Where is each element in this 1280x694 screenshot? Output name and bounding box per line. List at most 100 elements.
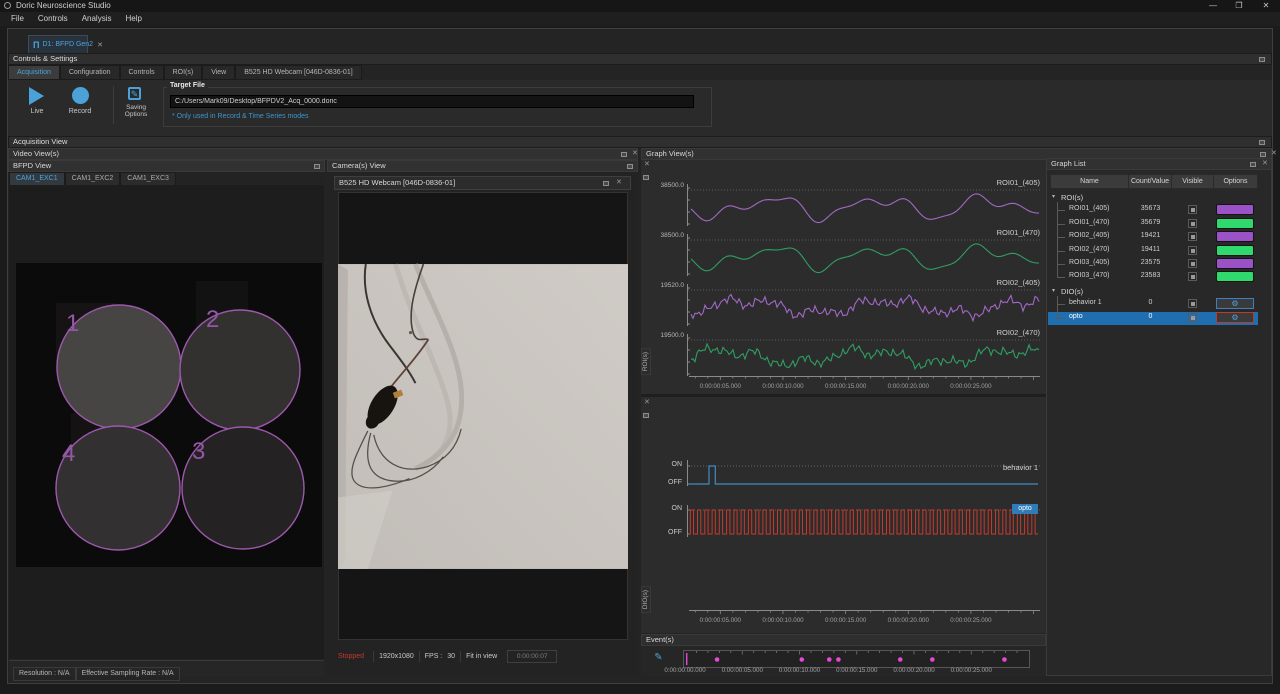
row-roi02-470-[interactable]: ROI02_(470) — [1069, 246, 1109, 253]
tab-controls[interactable]: Controls — [120, 65, 164, 80]
close-icon[interactable]: ✕ — [632, 151, 638, 157]
graph-list-body: NameCount/ValueVisibleOptions ▾ ROI(s) ROI0… — [1046, 170, 1272, 676]
pin-icon[interactable] — [643, 175, 649, 180]
target-file-input[interactable] — [170, 95, 694, 108]
live-button[interactable]: Live — [17, 108, 57, 115]
visible-checkbox[interactable] — [1188, 232, 1197, 241]
event-marker[interactable] — [836, 657, 841, 662]
fit-in-view-button[interactable]: Fit in view — [466, 653, 497, 660]
event-marker[interactable] — [898, 657, 903, 662]
svg-text:0:00:00:05.000: 0:00:00:05.000 — [700, 617, 742, 624]
document-tab[interactable]: Π D1: BFPD Gen2 ✕ — [28, 35, 88, 53]
row-roi03-405-[interactable]: ROI03_(405) — [1069, 259, 1109, 266]
close-button[interactable]: ✕ — [1252, 0, 1280, 12]
row-value: 35679 — [1129, 219, 1172, 226]
visible-checkbox[interactable] — [1188, 205, 1197, 214]
options-gear-button[interactable]: ⚙ — [1216, 298, 1254, 309]
visible-checkbox[interactable] — [1188, 299, 1197, 308]
menu-file[interactable]: File — [4, 12, 31, 26]
group-dios[interactable]: DIO(s) — [1061, 287, 1083, 296]
visible-checkbox[interactable] — [1188, 272, 1197, 281]
column-header-name[interactable]: Name — [1050, 174, 1129, 189]
color-swatch[interactable] — [1216, 218, 1254, 229]
event-marker[interactable] — [799, 657, 804, 662]
graph-splitter[interactable] — [641, 394, 1046, 397]
color-swatch[interactable] — [1216, 271, 1254, 282]
bfpd-view-title: BFPD View — [13, 161, 51, 170]
close-icon[interactable]: ✕ — [644, 162, 650, 168]
row-roi02-405-[interactable]: ROI02_(405) — [1069, 232, 1109, 239]
tab-acquisition[interactable]: Acquisition — [8, 65, 60, 80]
event-marker[interactable] — [715, 657, 720, 662]
event-marker[interactable] — [827, 657, 832, 662]
roi-circle-label-1: 1 — [66, 310, 79, 337]
camera-time: 0:00:00:07 — [507, 650, 557, 663]
close-icon[interactable]: ✕ — [1271, 151, 1277, 157]
menu-analysis[interactable]: Analysis — [75, 12, 119, 26]
close-icon[interactable]: ✕ — [1262, 161, 1268, 167]
target-file-note: * Only used in Record & Time Series mode… — [172, 113, 309, 120]
row-opto[interactable]: opto — [1069, 313, 1083, 320]
live-play-icon[interactable] — [29, 87, 44, 105]
color-swatch[interactable] — [1216, 231, 1254, 242]
visible-checkbox[interactable] — [1188, 246, 1197, 255]
saving-options-button[interactable]: Saving Options — [113, 104, 159, 118]
color-swatch[interactable] — [1216, 245, 1254, 256]
pin-icon[interactable] — [314, 164, 320, 169]
column-header-count-value[interactable]: Count/Value — [1129, 174, 1172, 189]
pin-icon[interactable] — [603, 181, 609, 186]
tab-cam1_exc3[interactable]: CAM1_EXC3 — [120, 172, 176, 186]
options-gear-button[interactable]: ⚙ — [1216, 312, 1254, 323]
collapse-icon[interactable]: ▾ — [1052, 193, 1055, 200]
record-circle-icon[interactable] — [72, 87, 89, 104]
tab-cam1_exc1[interactable]: CAM1_EXC1 — [9, 172, 65, 186]
checkbox-mark — [1191, 222, 1195, 226]
close-icon[interactable]: ✕ — [616, 180, 622, 186]
close-icon[interactable]: ✕ — [644, 400, 650, 406]
row-roi01-470-[interactable]: ROI01_(470) — [1069, 219, 1109, 226]
event-marker[interactable] — [1002, 657, 1007, 662]
tab-roi-s-[interactable]: ROI(s) — [164, 65, 203, 80]
roi-circle-2[interactable] — [180, 310, 300, 430]
checkbox-mark — [1191, 302, 1195, 306]
menu-help[interactable]: Help — [118, 12, 148, 26]
row-value: 35673 — [1129, 205, 1172, 212]
collapse-icon[interactable]: ▾ — [1052, 287, 1055, 294]
visible-checkbox[interactable] — [1188, 259, 1197, 268]
row-roi01-405-[interactable]: ROI01_(405) — [1069, 205, 1109, 212]
document-tab-close-icon[interactable]: ✕ — [97, 41, 103, 49]
row-roi03-470-[interactable]: ROI03_(470) — [1069, 272, 1109, 279]
group-rois[interactable]: ROI(s) — [1061, 193, 1083, 202]
pin-icon[interactable] — [1259, 57, 1265, 62]
pin-icon[interactable] — [621, 152, 627, 157]
maximize-button[interactable]: ❐ — [1226, 0, 1252, 12]
saving-options-icon[interactable]: ✎ — [128, 87, 141, 100]
pin-icon[interactable] — [1250, 162, 1256, 167]
pin-icon[interactable] — [627, 164, 633, 169]
event-marker[interactable] — [930, 657, 935, 662]
pin-icon[interactable] — [1260, 152, 1266, 157]
menu-controls[interactable]: Controls — [31, 12, 75, 26]
tab-cam1_exc2[interactable]: CAM1_EXC2 — [65, 172, 121, 186]
column-header-options[interactable]: Options — [1214, 174, 1258, 189]
graph-list-title: Graph List — [1051, 159, 1086, 168]
edit-events-icon[interactable]: ✎ — [652, 651, 665, 664]
svg-text:0:00:00:10.000: 0:00:00:10.000 — [762, 383, 804, 390]
color-swatch[interactable] — [1216, 204, 1254, 215]
column-header-visible[interactable]: Visible — [1172, 174, 1214, 189]
opto-plot — [687, 501, 1040, 538]
bfpd-camera-tabs: CAM1_EXC1CAM1_EXC2CAM1_EXC3 — [9, 172, 176, 186]
tab-configuration[interactable]: Configuration — [60, 65, 120, 80]
minimize-button[interactable]: — — [1200, 0, 1226, 12]
pin-icon[interactable] — [1259, 140, 1265, 145]
visible-checkbox[interactable] — [1188, 313, 1197, 322]
tab-view[interactable]: View — [202, 65, 235, 80]
pin-icon[interactable] — [643, 413, 649, 418]
record-button[interactable]: Record — [60, 108, 100, 115]
visible-checkbox[interactable] — [1188, 219, 1197, 228]
row-behavior-1[interactable]: behavior 1 — [1069, 299, 1102, 306]
tree-line-vertical — [1057, 202, 1058, 278]
webcam-device-bar[interactable]: B525 HD Webcam [046D-0836-01] ✕ — [334, 176, 631, 190]
tab-b525-hd-webcam-046d-0836-01-[interactable]: B525 HD Webcam [046D-0836-01] — [235, 65, 361, 80]
color-swatch[interactable] — [1216, 258, 1254, 269]
